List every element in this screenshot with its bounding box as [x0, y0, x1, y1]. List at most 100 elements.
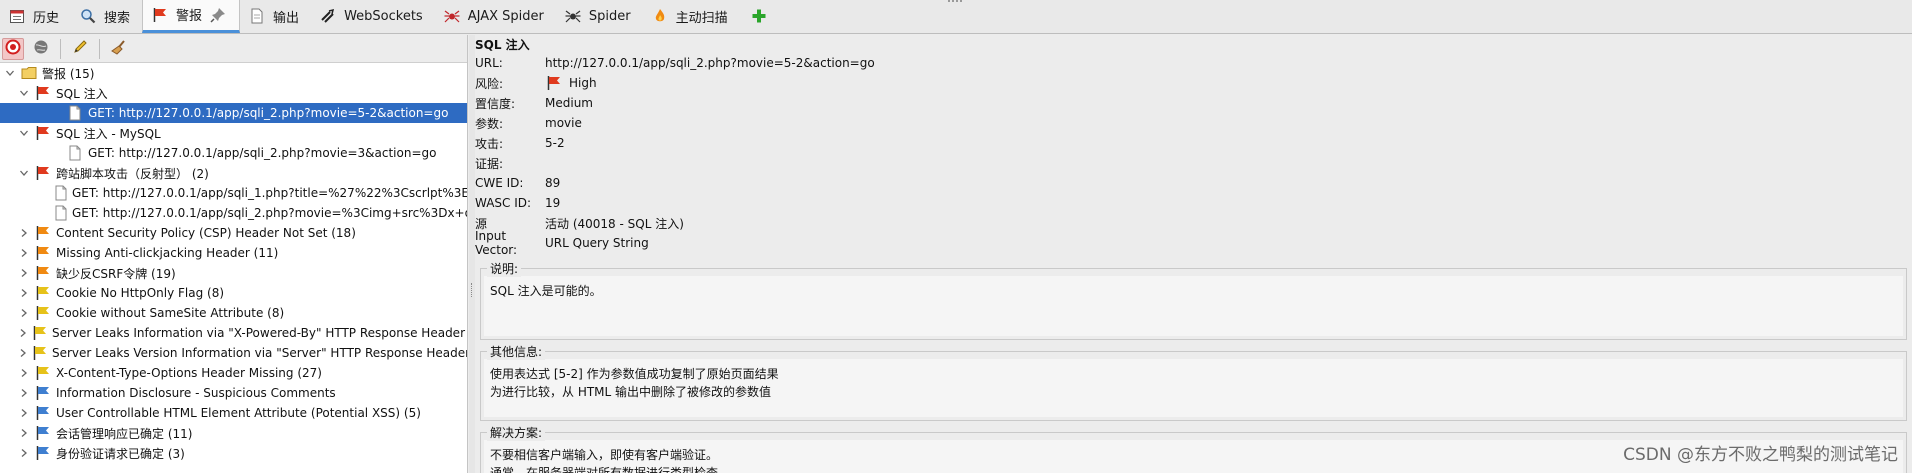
tab-websockets[interactable]: WebSockets	[311, 0, 435, 33]
detail-field-value-wrap: Medium	[545, 96, 593, 110]
tree-node-label: X-Content-Type-Options Header Missing (2…	[56, 366, 322, 380]
tab-ajax-spider[interactable]: AJAX Spider	[435, 0, 556, 33]
expand-toggle-icon[interactable]	[18, 427, 30, 439]
edit-alert-button[interactable]	[69, 38, 91, 60]
detail-field-value: 活动 (40018 - SQL 注入)	[545, 216, 684, 231]
detail-field-value: High	[569, 76, 597, 90]
document-icon	[54, 204, 68, 222]
splitter-grip[interactable]	[471, 283, 473, 297]
expand-toggle-icon[interactable]	[18, 247, 30, 259]
folder-icon	[20, 64, 38, 82]
tree-node-label: GET: http://127.0.0.1/app/sqli_1.php?tit…	[72, 186, 468, 200]
alerts-tree: 警报 (15) SQL 注入 GET: http://127.0.0.1/app/s…	[0, 63, 467, 463]
tree-root-alerts[interactable]: 警报 (15)	[0, 63, 467, 83]
tab-websockets-label: WebSockets	[344, 8, 423, 24]
alert-category-node[interactable]: User Controllable HTML Element Attribute…	[0, 403, 467, 423]
tab-active-scan[interactable]: 主动扫描	[643, 0, 740, 33]
panel-drag-handle[interactable]	[948, 0, 962, 4]
description-text-area[interactable]: SQL 注入是可能的。	[484, 276, 1903, 336]
expand-toggle-icon[interactable]	[18, 387, 30, 399]
other-info-section: 使用表达式 [5-2] 作为参数值成功复制了原始页面结果 为进行比较，从 HTM…	[480, 343, 1907, 421]
tree-node-label: SQL 注入 - MySQL	[56, 126, 161, 141]
detail-field-key: 攻击:	[475, 136, 504, 151]
red-flag-icon	[34, 84, 52, 102]
scope-filter-button[interactable]	[2, 37, 24, 60]
red-flag-icon	[34, 124, 52, 142]
alert-category-node[interactable]: 跨站脚本攻击（反射型） (2)	[0, 163, 467, 183]
alert-category-node[interactable]: Server Leaks Version Information via "Se…	[0, 343, 467, 363]
detail-field-value-wrap: 5-2	[545, 136, 565, 150]
alert-instance-node[interactable]: GET: http://127.0.0.1/app/sqli_2.php?mov…	[0, 103, 467, 123]
link-with-sites-button[interactable]	[30, 38, 52, 60]
alert-category-node[interactable]: Cookie No HttpOnly Flag (8)	[0, 283, 467, 303]
pin-icon[interactable]	[209, 6, 227, 24]
expand-toggle-icon[interactable]	[4, 67, 16, 79]
alert-category-node[interactable]: Content Security Policy (CSP) Header Not…	[0, 223, 467, 243]
delete-all-alerts-button[interactable]	[108, 38, 130, 60]
expand-toggle-icon[interactable]	[18, 327, 28, 339]
detail-field-value: 19	[545, 196, 561, 210]
alert-instance-node[interactable]: GET: http://127.0.0.1/app/sqli_2.php?mov…	[0, 143, 467, 163]
detail-field-value-wrap: 89	[545, 176, 560, 190]
blue-flag-icon	[34, 384, 52, 402]
detail-field-value-wrap: 19	[545, 196, 560, 210]
expand-toggle-icon[interactable]	[18, 347, 28, 359]
tab-alerts[interactable]: 警报	[142, 0, 241, 33]
alert-category-node[interactable]: 缺少反CSRF令牌 (19)	[0, 263, 467, 283]
other-info-text-area[interactable]: 使用表达式 [5-2] 作为参数值成功复制了原始页面结果 为进行比较，从 HTM…	[484, 359, 1903, 417]
tab-spider[interactable]: Spider	[556, 0, 643, 33]
alert-category-node[interactable]: Cookie without SameSite Attribute (8)	[0, 303, 467, 323]
tree-node-label: User Controllable HTML Element Attribute…	[56, 406, 421, 420]
alert-instance-node[interactable]: GET: http://127.0.0.1/app/sqli_1.php?tit…	[0, 183, 467, 203]
alert-category-node[interactable]: X-Content-Type-Options Header Missing (2…	[0, 363, 467, 383]
detail-field: 证据:	[475, 153, 1912, 173]
document-icon	[54, 184, 68, 202]
other-info-line: 为进行比较，从 HTML 输出中删除了被修改的参数值	[490, 385, 772, 399]
alert-category-node[interactable]: SQL 注入 - MySQL	[0, 123, 467, 143]
expand-toggle-icon[interactable]	[18, 127, 30, 139]
spider-icon	[564, 7, 582, 25]
tab-alerts-label: 警报	[176, 9, 203, 24]
expand-toggle-icon[interactable]	[18, 87, 30, 99]
alert-category-node[interactable]: SQL 注入	[0, 83, 467, 103]
tab-search[interactable]: 搜索	[71, 0, 142, 33]
alert-category-node[interactable]: Information Disclosure - Suspicious Comm…	[0, 383, 467, 403]
tree-node-label: 警报 (15)	[42, 66, 95, 81]
target-icon	[5, 39, 21, 58]
tree-node-label: GET: http://127.0.0.1/app/sqli_2.php?mov…	[88, 146, 437, 160]
detail-field: URL: http://127.0.0.1/app/sqli_2.php?movi…	[475, 53, 1912, 73]
globe-icon	[33, 39, 49, 58]
detail-field: CWE ID: 89	[475, 173, 1912, 193]
tab-history[interactable]: 历史	[0, 0, 71, 33]
alert-title: SQL 注入	[475, 37, 530, 52]
expand-toggle-icon[interactable]	[18, 367, 30, 379]
watermark: CSDN @东方不败之鸭梨的测试笔记	[1623, 445, 1898, 465]
expand-toggle-icon[interactable]	[18, 407, 30, 419]
expand-toggle-icon[interactable]	[18, 447, 30, 459]
alert-category-node[interactable]: 会话管理响应已确定 (11)	[0, 423, 467, 443]
detail-field-value-wrap: URL Query String	[545, 236, 649, 250]
detail-field-value: URL Query String	[545, 236, 649, 250]
description-section: SQL 注入是可能的。 说明:	[480, 260, 1907, 340]
tree-node-label: Missing Anti-clickjacking Header (11)	[56, 246, 279, 260]
detail-field: 置信度: Medium	[475, 93, 1912, 113]
alert-category-node[interactable]: Server Leaks Information via "X-Powered-…	[0, 323, 467, 343]
expand-toggle-icon[interactable]	[18, 267, 30, 279]
alert-category-node[interactable]: 身份验证请求已确定 (3)	[0, 443, 467, 463]
expand-toggle-icon[interactable]	[18, 287, 30, 299]
add-tab-button[interactable]	[740, 0, 778, 33]
expand-toggle-icon[interactable]	[18, 167, 30, 179]
yellow-flag-icon	[34, 284, 52, 302]
detail-field: WASC ID: 19	[475, 193, 1912, 213]
tab-output[interactable]: 输出	[240, 0, 311, 33]
expand-toggle-icon[interactable]	[18, 227, 30, 239]
alert-category-node[interactable]: Missing Anti-clickjacking Header (11)	[0, 243, 467, 263]
tab-ajax-spider-label: AJAX Spider	[467, 8, 544, 24]
alert-instance-node[interactable]: GET: http://127.0.0.1/app/sqli_2.php?mov…	[0, 203, 467, 223]
detail-field-value: 89	[545, 176, 561, 190]
expand-toggle-icon[interactable]	[18, 307, 30, 319]
toolbar-separator	[60, 38, 61, 59]
history-icon	[8, 7, 26, 25]
